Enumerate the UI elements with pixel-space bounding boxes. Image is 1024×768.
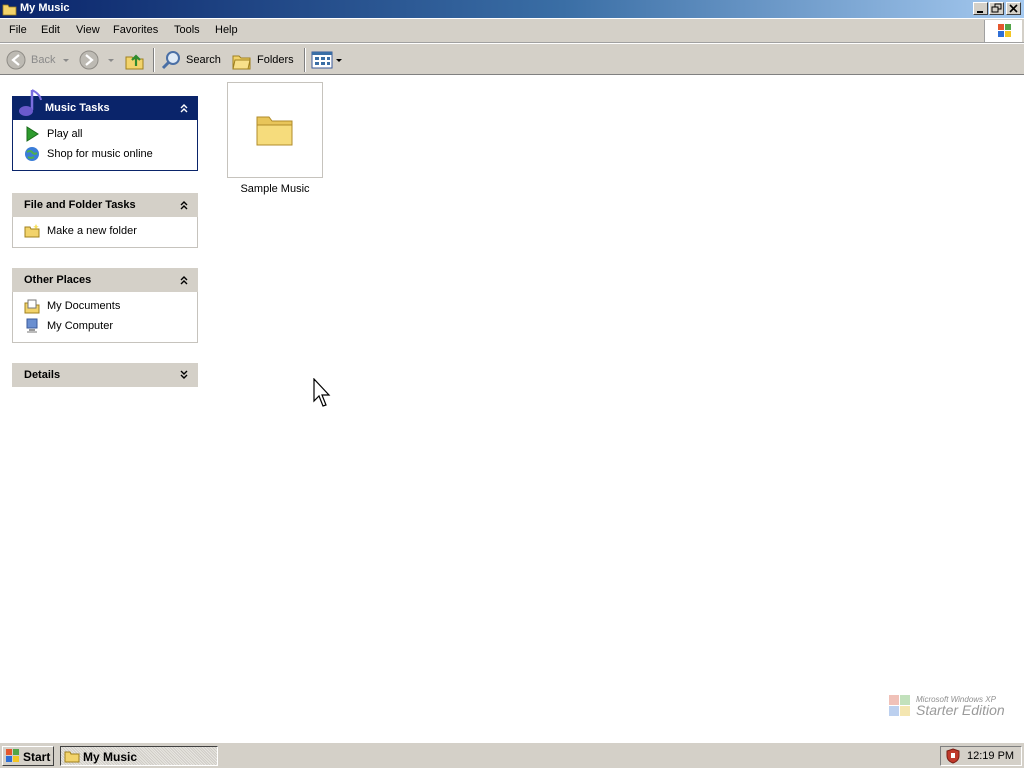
play-all-label: Play all bbox=[47, 128, 83, 140]
details-header[interactable]: Details bbox=[12, 363, 198, 387]
music-note-icon bbox=[19, 89, 42, 116]
play-icon bbox=[26, 126, 39, 142]
new-folder-icon bbox=[24, 224, 40, 238]
new-folder-label: Make a new folder bbox=[47, 225, 137, 237]
folder-icon bbox=[2, 4, 17, 16]
dropdown-arrow-icon bbox=[108, 59, 114, 62]
globe-icon bbox=[25, 147, 39, 161]
other-places-title: Other Places bbox=[24, 274, 92, 286]
my-documents-label: My Documents bbox=[47, 300, 121, 312]
collapse-chevron-icon[interactable] bbox=[178, 199, 190, 211]
expand-chevron-icon[interactable] bbox=[178, 369, 190, 381]
back-button[interactable]: Back bbox=[5, 48, 71, 72]
starter-edition-watermark: Microsoft Windows XP Starter Edition bbox=[885, 690, 1015, 722]
file-folder-tasks-panel: File and Folder Tasks Make a new folder bbox=[12, 193, 198, 248]
search-icon bbox=[161, 51, 180, 70]
details-panel: Details bbox=[12, 363, 198, 387]
minimize-button[interactable] bbox=[973, 2, 988, 15]
windows-flag-icon bbox=[6, 749, 19, 762]
other-places-body: My Documents My Computer bbox=[12, 292, 198, 343]
views-button[interactable] bbox=[311, 48, 343, 72]
window-title: My Music bbox=[20, 2, 70, 14]
security-shield-icon[interactable] bbox=[945, 748, 961, 764]
new-folder-task[interactable]: Make a new folder bbox=[13, 221, 197, 241]
windows-flag-icon bbox=[889, 695, 910, 716]
collapse-chevron-icon[interactable] bbox=[178, 274, 190, 286]
close-button[interactable] bbox=[1006, 2, 1021, 15]
windows-logo bbox=[984, 20, 1022, 42]
file-folder-tasks-body: Make a new folder bbox=[12, 217, 198, 248]
collapse-chevron-icon[interactable] bbox=[178, 102, 190, 114]
mouse-cursor-icon bbox=[313, 378, 331, 407]
menu-view[interactable]: View bbox=[76, 24, 100, 36]
menu-bar: File Edit View Favorites Tools Help bbox=[0, 19, 1024, 43]
folders-label: Folders bbox=[257, 54, 294, 66]
shop-music-label: Shop for music online bbox=[47, 148, 153, 160]
toolbar: Back Search Folders bbox=[0, 44, 1024, 75]
toolbar-separator bbox=[304, 48, 306, 72]
taskbar-window-label: My Music bbox=[83, 750, 138, 764]
shop-music-task[interactable]: Shop for music online bbox=[13, 144, 197, 164]
restore-button[interactable] bbox=[989, 2, 1004, 15]
my-documents-icon bbox=[24, 299, 40, 314]
start-label: Start bbox=[23, 750, 51, 764]
views-icon bbox=[311, 51, 333, 69]
my-documents-link[interactable]: My Documents bbox=[13, 296, 197, 316]
details-title: Details bbox=[24, 369, 61, 381]
play-all-task[interactable]: Play all bbox=[13, 124, 197, 144]
forward-button[interactable] bbox=[78, 48, 116, 72]
menu-favorites[interactable]: Favorites bbox=[113, 24, 158, 36]
folder-icon bbox=[256, 116, 293, 146]
search-button[interactable]: Search bbox=[160, 48, 221, 72]
toolbar-separator bbox=[153, 48, 155, 72]
dropdown-arrow-icon bbox=[336, 59, 342, 62]
menu-edit[interactable]: Edit bbox=[41, 24, 60, 36]
taskbar-my-music-button[interactable]: My Music bbox=[60, 746, 218, 766]
up-folder-icon bbox=[125, 54, 144, 70]
minimize-icon bbox=[977, 11, 983, 13]
my-computer-label: My Computer bbox=[47, 320, 114, 332]
up-folder-button[interactable] bbox=[124, 48, 146, 72]
taskbar: Start My Music 12:19 PM bbox=[0, 742, 1024, 768]
restore-icon bbox=[991, 3, 1002, 13]
menu-file[interactable]: File bbox=[9, 24, 27, 36]
close-icon bbox=[1009, 4, 1018, 13]
back-label: Back bbox=[31, 54, 56, 66]
sample-music-label[interactable]: Sample Music bbox=[227, 183, 323, 195]
menu-tools[interactable]: Tools bbox=[174, 24, 200, 36]
music-tasks-body: Play all Shop for music online bbox=[12, 120, 198, 171]
windows-flag-icon bbox=[998, 24, 1011, 37]
other-places-panel: Other Places My Documents My Computer bbox=[12, 268, 198, 343]
dropdown-arrow-icon bbox=[63, 59, 70, 62]
folders-icon bbox=[232, 55, 251, 70]
title-bar: My Music bbox=[0, 0, 1024, 18]
sample-music-folder[interactable] bbox=[227, 82, 323, 178]
forward-arrow-icon bbox=[79, 50, 99, 70]
folders-button[interactable]: Folders bbox=[231, 48, 294, 72]
system-tray: 12:19 PM bbox=[940, 746, 1022, 766]
watermark-line2: Starter Edition bbox=[916, 702, 1005, 718]
music-tasks-header[interactable]: Music Tasks bbox=[12, 89, 198, 120]
folder-icon bbox=[64, 751, 80, 763]
search-label: Search bbox=[186, 54, 221, 66]
music-tasks-panel: Music Tasks Play all Shop for music onli… bbox=[12, 89, 198, 171]
my-computer-link[interactable]: My Computer bbox=[13, 316, 197, 336]
music-tasks-title: Music Tasks bbox=[45, 102, 110, 114]
my-computer-icon bbox=[26, 318, 38, 333]
file-folder-tasks-title: File and Folder Tasks bbox=[24, 199, 136, 211]
start-button[interactable]: Start bbox=[2, 746, 54, 766]
menu-help[interactable]: Help bbox=[215, 24, 238, 36]
clock: 12:19 PM bbox=[967, 750, 1015, 762]
file-folder-tasks-header[interactable]: File and Folder Tasks bbox=[12, 193, 198, 217]
other-places-header[interactable]: Other Places bbox=[12, 268, 198, 292]
back-arrow-icon bbox=[6, 50, 26, 70]
